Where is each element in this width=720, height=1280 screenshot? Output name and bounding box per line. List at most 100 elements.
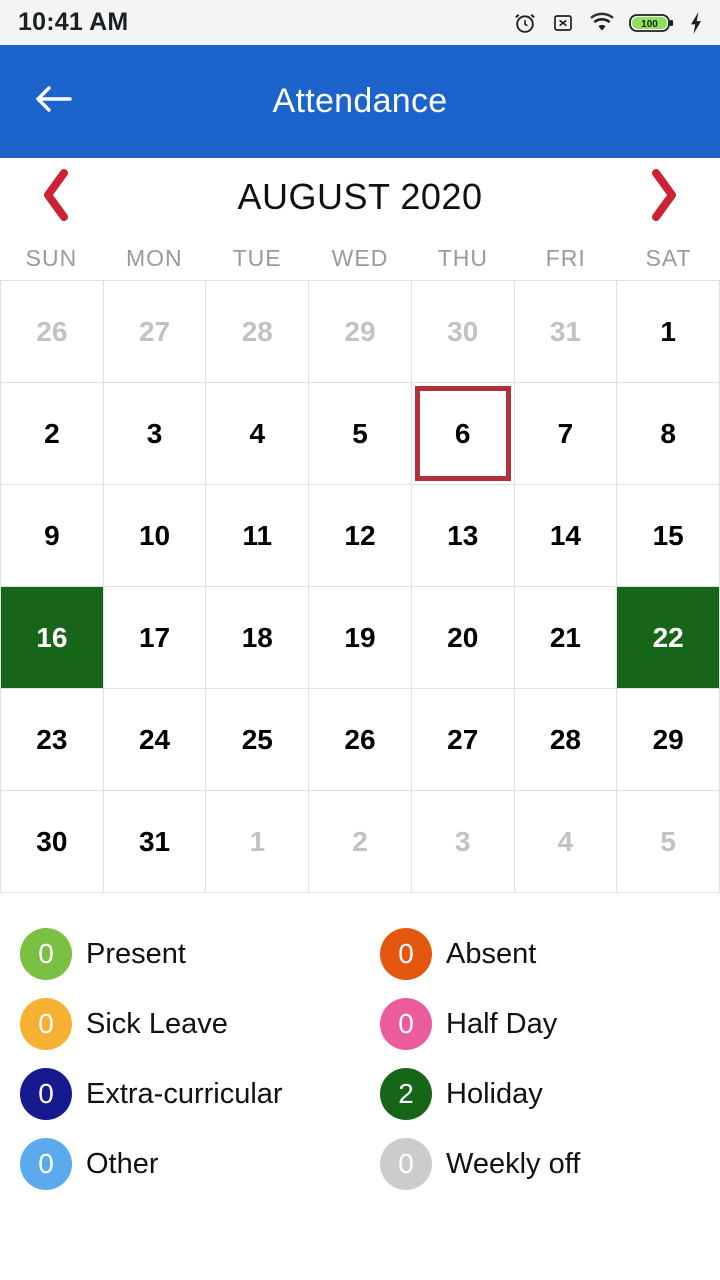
- calendar-day-cell[interactable]: 4: [206, 383, 310, 485]
- calendar-day-number: 26: [344, 723, 376, 755]
- calendar-day-cell[interactable]: 9: [1, 485, 104, 587]
- calendar-day-cell[interactable]: 23: [1, 689, 104, 791]
- calendar-day-cell[interactable]: 29: [309, 281, 412, 383]
- legend-item-extra-curricular[interactable]: 0 Extra-curricular: [0, 1059, 360, 1129]
- calendar-day-cell[interactable]: 20: [411, 587, 515, 689]
- calendar-day-number: 9: [44, 519, 60, 551]
- calendar-day-cell[interactable]: 8: [617, 383, 720, 485]
- legend-count-badge: 0: [380, 928, 432, 980]
- legend-item-half-day[interactable]: 0 Half Day: [360, 989, 720, 1059]
- calendar-day-number: 1: [660, 315, 676, 347]
- weekday-header-row: SUN MON TUE WED THU FRI SAT: [0, 236, 720, 280]
- legend-count-badge: 2: [380, 1068, 432, 1120]
- calendar-day-cell[interactable]: 14: [514, 485, 618, 587]
- legend-label: Other: [86, 1147, 159, 1180]
- legend-label: Weekly off: [446, 1147, 581, 1180]
- calendar-day-number: 30: [447, 315, 479, 347]
- legend-item-sick-leave[interactable]: 0 Sick Leave: [0, 989, 360, 1059]
- legend-label: Absent: [446, 937, 537, 970]
- calendar-day-cell[interactable]: 6: [411, 383, 515, 485]
- no-sim-icon: [551, 11, 575, 35]
- calendar-day-cell[interactable]: 15: [617, 485, 720, 587]
- calendar-day-cell[interactable]: 27: [103, 281, 207, 383]
- back-button[interactable]: [14, 62, 94, 142]
- calendar-day-cell[interactable]: 11: [206, 485, 310, 587]
- calendar-day-cell[interactable]: 1: [617, 281, 720, 383]
- calendar-day-number: 4: [557, 825, 574, 857]
- legend-item-holiday[interactable]: 2 Holiday: [360, 1059, 720, 1129]
- month-navigation-bar: AUGUST 2020: [0, 158, 720, 236]
- battery-icon: 100: [629, 11, 675, 35]
- calendar-day-cell[interactable]: 30: [1, 791, 104, 893]
- calendar-day-cell[interactable]: 12: [309, 485, 412, 587]
- calendar-day-number: 12: [344, 519, 376, 551]
- calendar-day-number: 28: [241, 315, 273, 347]
- calendar-day-number: 23: [36, 723, 68, 755]
- calendar-day-number: 27: [138, 315, 171, 347]
- calendar-day-cell[interactable]: 27: [411, 689, 515, 791]
- calendar-day-cell[interactable]: 16: [1, 587, 104, 689]
- calendar-day-cell[interactable]: 2: [309, 791, 412, 893]
- legend-count-badge: 0: [20, 1138, 72, 1190]
- calendar-day-cell[interactable]: 17: [103, 587, 207, 689]
- calendar-day-cell[interactable]: 28: [206, 281, 310, 383]
- weekday-label-fri: FRI: [545, 244, 586, 271]
- attendance-legend: 0 Present 0 Absent 0 Sick Leave 0 Half Day 0 Extr…: [0, 893, 720, 1199]
- weekday-label-sat: SAT: [645, 244, 692, 271]
- calendar-day-cell[interactable]: 25: [206, 689, 310, 791]
- legend-label: Holiday: [446, 1077, 543, 1110]
- month-year-label: AUGUST 2020: [237, 176, 483, 217]
- calendar-day-cell[interactable]: 18: [206, 587, 310, 689]
- legend-count-badge: 0: [20, 928, 72, 980]
- calendar-day-cell[interactable]: 30: [411, 281, 515, 383]
- calendar-day-cell[interactable]: 5: [309, 383, 412, 485]
- legend-label: Sick Leave: [86, 1007, 228, 1040]
- battery-level-text: 100: [641, 19, 658, 30]
- legend-item-weekly-off[interactable]: 0 Weekly off: [360, 1129, 720, 1199]
- calendar-day-number: 6: [454, 417, 471, 449]
- chevron-left-icon: [39, 167, 73, 228]
- calendar-day-cell[interactable]: 10: [103, 485, 207, 587]
- calendar-day-cell[interactable]: 2: [1, 383, 104, 485]
- legend-item-present[interactable]: 0 Present: [0, 919, 360, 989]
- calendar-day-number: 17: [138, 621, 171, 653]
- wifi-icon: [588, 11, 616, 35]
- calendar-day-cell[interactable]: 31: [514, 281, 618, 383]
- next-month-button[interactable]: [636, 166, 692, 228]
- previous-month-button[interactable]: [28, 166, 84, 228]
- calendar-day-cell[interactable]: 21: [514, 587, 618, 689]
- weekday-label-wed: WED: [331, 244, 389, 271]
- calendar-day-cell[interactable]: 22: [617, 587, 720, 689]
- legend-item-other[interactable]: 0 Other: [0, 1129, 360, 1199]
- calendar-day-cell[interactable]: 5: [617, 791, 720, 893]
- calendar-day-cell[interactable]: 3: [103, 383, 207, 485]
- calendar-day-cell[interactable]: 13: [411, 485, 515, 587]
- calendar-day-cell[interactable]: 19: [309, 587, 412, 689]
- calendar-day-number: 10: [138, 519, 171, 551]
- calendar-day-cell[interactable]: 29: [617, 689, 720, 791]
- app-bar: Attendance: [0, 45, 720, 158]
- calendar-day-cell[interactable]: 3: [411, 791, 515, 893]
- calendar-day-number: 31: [138, 825, 171, 857]
- legend-item-absent[interactable]: 0 Absent: [360, 919, 720, 989]
- back-arrow-icon: [32, 80, 76, 123]
- chevron-right-icon: [647, 167, 681, 228]
- calendar-day-number: 26: [36, 315, 68, 347]
- weekday-label-mon: MON: [125, 244, 183, 271]
- calendar-day-cell[interactable]: 28: [514, 689, 618, 791]
- calendar-day-number: 13: [447, 519, 479, 551]
- calendar-day-cell[interactable]: 26: [1, 281, 104, 383]
- legend-count-badge: 0: [20, 1068, 72, 1120]
- calendar-day-cell[interactable]: 1: [206, 791, 310, 893]
- calendar-day-number: 27: [447, 723, 479, 755]
- calendar-day-number: 30: [36, 825, 68, 857]
- calendar-day-number: 11: [242, 519, 273, 551]
- calendar-day-cell[interactable]: 31: [103, 791, 207, 893]
- calendar-day-number: 14: [549, 519, 581, 551]
- calendar-day-cell[interactable]: 7: [514, 383, 618, 485]
- calendar-day-number: 1: [249, 825, 266, 857]
- calendar-day-cell[interactable]: 4: [514, 791, 618, 893]
- calendar-day-cell[interactable]: 24: [103, 689, 207, 791]
- legend-label: Half Day: [446, 1007, 558, 1040]
- calendar-day-cell[interactable]: 26: [309, 689, 412, 791]
